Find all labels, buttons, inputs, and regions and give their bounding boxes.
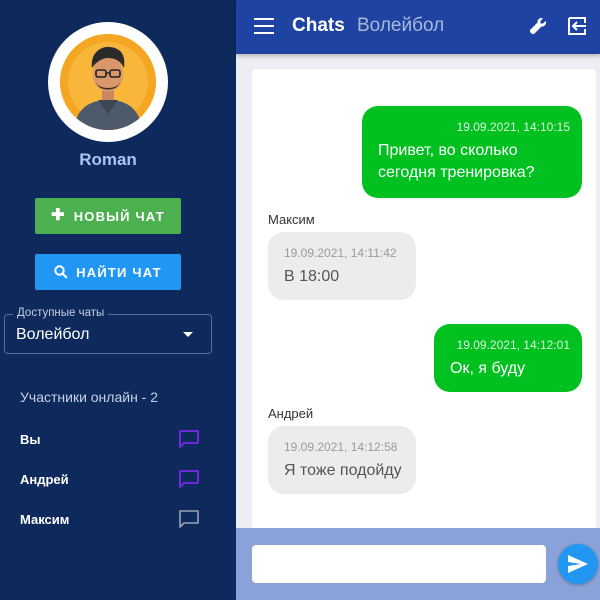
current-chat-name: Волейбол (357, 15, 445, 36)
avatar-illustration (60, 34, 156, 130)
chat-select-label: Доступные чаты (13, 307, 109, 319)
logout-icon[interactable] (566, 15, 588, 37)
message-sender: Андрей (268, 406, 314, 421)
member-name: Андрей (20, 471, 69, 487)
sidebar: Roman ✚ НОВЫЙ ЧАТ НАЙТИ ЧАТ Доступные ча… (0, 0, 236, 600)
member-name: Максим (20, 511, 70, 527)
member-name: Вы (20, 431, 41, 447)
new-chat-button[interactable]: ✚ НОВЫЙ ЧАТ (35, 198, 181, 234)
avatar-frame (48, 22, 168, 142)
message-timestamp: 19.09.2021, 14:12:01 (456, 338, 570, 352)
send-icon (568, 555, 588, 573)
online-members-title: Участники онлайн - 2 (20, 389, 159, 405)
wrench-icon[interactable] (528, 16, 548, 36)
top-app-bar: Chats Волейбол (236, 0, 600, 54)
message-text: Ок, я буду (450, 360, 526, 377)
chat-select[interactable]: Доступные чаты Волейбол (4, 307, 212, 354)
message-text: Я тоже подойду (284, 462, 402, 479)
search-icon (54, 265, 68, 279)
message-text: Привет, во сколько сегодня тренировка? (378, 142, 535, 181)
message-timestamp: 19.09.2021, 14:12:58 (284, 440, 398, 454)
message-list: 19.09.2021, 14:10:15 Привет, во сколько … (252, 69, 596, 529)
send-button[interactable] (558, 544, 598, 584)
member-item: Максим (20, 507, 200, 531)
message-bubble-own: 19.09.2021, 14:12:01 Ок, я буду (434, 324, 582, 392)
chat-select-value: Волейбол (16, 326, 90, 343)
message-bubble-own: 19.09.2021, 14:10:15 Привет, во сколько … (362, 106, 582, 198)
menu-icon[interactable] (254, 18, 274, 34)
message-bubble-other: 19.09.2021, 14:12:58 Я тоже подойду (268, 426, 416, 494)
message-timestamp: 19.09.2021, 14:10:15 (456, 120, 570, 134)
avatar[interactable] (60, 34, 156, 130)
chat-bubble-outline-icon[interactable] (178, 509, 200, 529)
member-item: Вы (20, 427, 200, 451)
app-title: Chats (292, 15, 345, 36)
message-timestamp: 19.09.2021, 14:11:42 (284, 246, 397, 260)
chat-bubble-icon[interactable] (178, 469, 200, 489)
dropdown-arrow-icon[interactable] (183, 332, 193, 337)
member-item: Андрей (20, 467, 200, 491)
new-chat-label: НОВЫЙ ЧАТ (73, 208, 165, 224)
plus-icon: ✚ (51, 207, 66, 224)
chat-bubble-icon[interactable] (178, 429, 200, 449)
username: Roman (79, 150, 137, 169)
message-input[interactable] (252, 545, 546, 583)
message-composer (236, 528, 600, 600)
message-sender: Максим (268, 212, 315, 227)
find-chat-button[interactable]: НАЙТИ ЧАТ (35, 254, 181, 290)
message-bubble-other: 19.09.2021, 14:11:42 В 18:00 (268, 232, 416, 300)
message-text: В 18:00 (284, 268, 340, 285)
find-chat-label: НАЙТИ ЧАТ (76, 264, 162, 280)
main-area: Chats Волейбол 19.09.2021, 14:10:15 Прив… (236, 0, 600, 600)
